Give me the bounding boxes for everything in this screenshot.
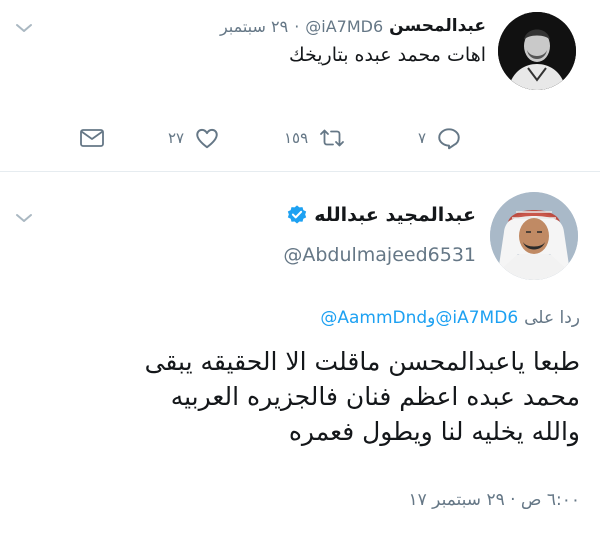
author-name[interactable]: عبدالمجيد عبدالله: [314, 204, 476, 226]
chevron-down-icon: [16, 214, 32, 222]
tweet-text-line: طبعا ياعبدالمحسن ماقلت الا الحقيقه يبقى: [144, 347, 580, 376]
tweet-date[interactable]: ٢٩ سبتمبر: [220, 17, 288, 36]
tweet-menu-button[interactable]: [12, 206, 36, 234]
reply-tweet[interactable]: عبدالمحسن @iA7MD6 · ٢٩ سبتمبر اهات محمد …: [0, 0, 600, 168]
mention-conjunction: و: [427, 308, 436, 328]
direct-message-action[interactable]: [78, 118, 106, 158]
chevron-down-icon: [16, 24, 32, 32]
reply-icon: [438, 128, 460, 150]
tweet-menu-button[interactable]: [12, 16, 36, 44]
reply-tweet-text: اهات محمد عبده بتاريخك: [288, 44, 486, 66]
retweet-action[interactable]: ١٥٩: [284, 118, 346, 158]
mention-link[interactable]: @AammDnd: [320, 308, 427, 328]
author-name[interactable]: عبدالمحسن: [389, 16, 486, 36]
dot-separator: ·: [294, 16, 300, 36]
tweet-timestamp[interactable]: ٦:٠٠ ص · ٢٩ سبتمبر ١٧: [200, 490, 580, 510]
mention-link[interactable]: @iA7MD6: [435, 308, 518, 328]
main-tweet-text: طبعا ياعبدالمحسن ماقلت الا الحقيقه يبقى …: [20, 344, 580, 449]
avatar-abdulmajeed[interactable]: [490, 192, 578, 280]
main-tweet-author: عبدالمجيد عبدالله: [200, 202, 476, 228]
tweet-text-line: والله يخليه لنا ويطول فعمره: [288, 417, 580, 446]
verified-badge-icon: [288, 205, 307, 224]
reply-tweet-actions: ٧ ١٥٩ ٢٧: [0, 118, 600, 158]
reply-count: ٧: [418, 129, 427, 147]
replying-to: ردا على @iA7MD6 و @AammDnd: [20, 306, 580, 330]
heart-icon: [196, 128, 218, 149]
replying-to-label: ردا على: [524, 308, 580, 328]
avatar-abdulmohsen[interactable]: [498, 12, 576, 90]
retweet-icon: [320, 129, 345, 147]
like-count: ٢٧: [168, 129, 185, 147]
reply-tweet-header: عبدالمحسن @iA7MD6 · ٢٩ سبتمبر: [140, 14, 486, 38]
retweet-count: ١٥٩: [284, 129, 309, 147]
mail-icon: [80, 129, 104, 147]
author-handle[interactable]: @Abdulmajeed6531: [206, 244, 476, 266]
avatar-image: [498, 12, 576, 90]
reply-action[interactable]: ٧: [418, 118, 462, 158]
avatar-image: [490, 192, 578, 280]
author-handle[interactable]: @iA7MD6: [305, 17, 383, 36]
like-action[interactable]: ٢٧: [168, 118, 220, 158]
tweet-text-line: محمد عبده اعظم فنان فالجزيره العربيه: [170, 382, 580, 411]
main-tweet: عبدالمجيد عبدالله @Abdulmajeed6531 ردا ع…: [0, 172, 600, 543]
